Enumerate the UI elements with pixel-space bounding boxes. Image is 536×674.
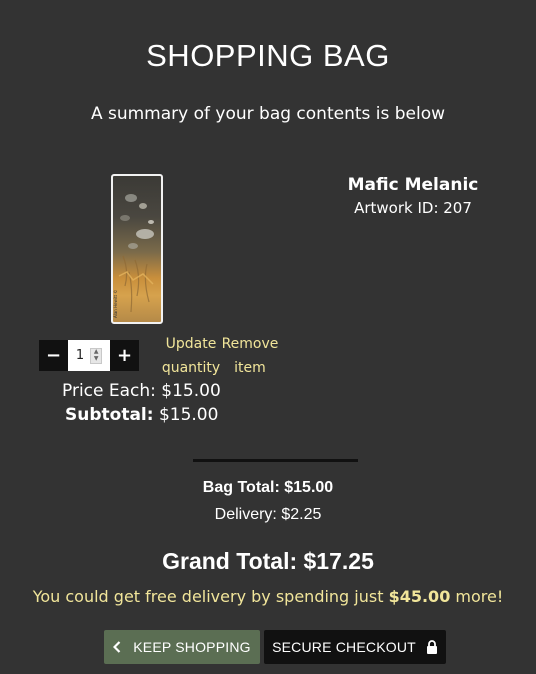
spinner-arrows-icon[interactable]: ▲ ▼ xyxy=(90,347,103,364)
artwork-id: Artwork ID: 207 xyxy=(354,199,472,217)
update-quantity-label-line2: quantity xyxy=(161,360,221,376)
page-subtitle: A summary of your bag contents is below xyxy=(90,104,446,124)
remove-item-link[interactable]: Remove item xyxy=(221,332,279,380)
totals-divider xyxy=(193,459,358,462)
subtotal: Subtotal: $15.00 xyxy=(65,405,218,425)
item-name: Mafic Melanic xyxy=(347,175,479,195)
secure-checkout-button[interactable]: SECURE CHECKOUT xyxy=(264,630,446,664)
quantity-value: 1 xyxy=(75,348,85,363)
price-each-value: $15.00 xyxy=(161,381,221,401)
free-delivery-message: You could get free delivery by spending … xyxy=(0,587,536,606)
artwork-thumbnail[interactable]: Alan Hewitt © xyxy=(111,174,163,324)
artwork-signature: Alan Hewitt © xyxy=(113,290,118,318)
delivery-cost: Delivery: $2.25 xyxy=(214,506,322,523)
quantity-input[interactable]: 1 ▲ ▼ xyxy=(68,340,110,371)
lock-icon xyxy=(426,640,438,654)
update-quantity-label-line1: Update xyxy=(165,336,217,352)
free-delivery-prefix: You could get free delivery by spending … xyxy=(32,587,389,606)
bag-total: Bag Total: $15.00 xyxy=(202,479,334,496)
subtotal-value: $15.00 xyxy=(158,405,219,425)
page-title: SHOPPING BAG xyxy=(146,38,390,73)
grand-total: Grand Total: $17.25 xyxy=(162,548,374,574)
free-delivery-amount: $45.00 xyxy=(388,587,451,606)
secure-checkout-label: SECURE CHECKOUT xyxy=(272,639,416,655)
chevron-left-icon xyxy=(113,641,121,653)
remove-item-label-line2: item xyxy=(234,360,266,376)
keep-shopping-label: KEEP SHOPPING xyxy=(133,639,251,655)
decrement-button[interactable]: − xyxy=(39,340,68,371)
update-quantity-link[interactable]: Update quantity xyxy=(160,332,222,380)
free-delivery-suffix: more! xyxy=(450,587,504,606)
remove-item-label-line1: Remove xyxy=(221,336,279,352)
increment-button[interactable]: + xyxy=(110,340,139,371)
quantity-stepper: − 1 ▲ ▼ + xyxy=(39,340,139,371)
subtotal-label: Subtotal: xyxy=(65,405,154,425)
keep-shopping-button[interactable]: KEEP SHOPPING xyxy=(104,630,260,664)
artwork-image: Alan Hewitt © xyxy=(113,194,154,318)
price-each-label: Price Each: xyxy=(62,381,156,401)
price-each: Price Each: $15.00 xyxy=(62,381,221,401)
